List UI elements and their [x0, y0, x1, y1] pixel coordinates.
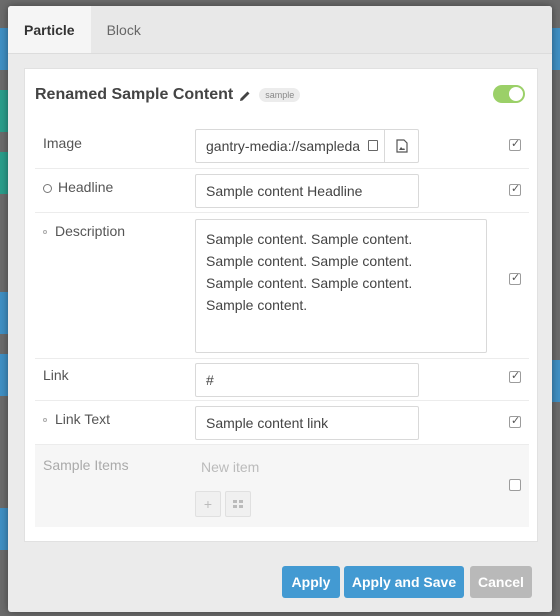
particle-settings-modal: Particle Block Renamed Sample Content sa…: [8, 6, 552, 612]
description-textarea[interactable]: Sample content. Sample content. Sample c…: [195, 219, 487, 353]
pencil-icon[interactable]: [239, 89, 251, 101]
link-input[interactable]: #: [195, 363, 419, 397]
image-file-icon: [395, 139, 408, 153]
field-label-wrap: Link Text: [43, 411, 110, 427]
field-row-description: Description Sample content. Sample conte…: [35, 213, 529, 359]
field-label: Link Text: [55, 411, 110, 427]
cancel-button[interactable]: Cancel: [470, 566, 532, 598]
dot-icon: [43, 230, 47, 235]
link-override-checkbox[interactable]: [509, 369, 521, 383]
apply-and-save-button[interactable]: Apply and Save: [344, 566, 464, 598]
description-override-checkbox[interactable]: [509, 271, 521, 285]
enabled-toggle[interactable]: [493, 85, 525, 103]
particle-card: Renamed Sample Content sample Image gant…: [24, 68, 538, 542]
apply-button[interactable]: Apply: [282, 566, 340, 598]
field-label-wrap: Headline: [43, 179, 113, 195]
image-override-checkbox[interactable]: [509, 137, 521, 151]
field-row-link-text: Link Text Sample content link: [35, 401, 529, 445]
fields-list: Image gantry-media://sampleda Headline S…: [35, 125, 529, 527]
dot-icon: [43, 418, 47, 423]
sample-items-override-checkbox[interactable]: [509, 479, 521, 491]
plus-icon: +: [203, 496, 213, 512]
card-header: Renamed Sample Content sample: [25, 69, 537, 121]
clear-icon[interactable]: [368, 140, 378, 151]
field-label: Headline: [58, 179, 114, 195]
link-text-override-checkbox[interactable]: [509, 414, 521, 428]
link-text-input[interactable]: Sample content link: [195, 406, 419, 440]
field-row-sample-items: Sample Items New item +: [35, 445, 529, 527]
media-picker-button[interactable]: [384, 130, 418, 162]
collection-button[interactable]: [225, 491, 251, 517]
grid-icon: [233, 500, 243, 508]
new-item-placeholder[interactable]: New item: [201, 459, 259, 475]
circle-icon: [43, 183, 52, 193]
headline-input[interactable]: Sample content Headline: [195, 174, 419, 208]
field-label: Description: [55, 223, 126, 239]
tab-bar: Particle Block: [8, 6, 552, 54]
field-row-link: Link #: [35, 359, 529, 401]
image-input[interactable]: gantry-media://sampleda: [195, 129, 419, 163]
headline-override-checkbox[interactable]: [509, 182, 521, 196]
tab-block[interactable]: Block: [91, 6, 157, 53]
add-item-button[interactable]: +: [195, 491, 221, 517]
particle-title[interactable]: Renamed Sample Content: [35, 86, 233, 104]
field-label-wrap: Description: [43, 223, 125, 239]
field-label: Link: [43, 367, 69, 383]
field-row-headline: Headline Sample content Headline: [35, 169, 529, 213]
field-label: Sample Items: [43, 457, 129, 473]
tab-particle[interactable]: Particle: [8, 6, 91, 53]
field-label: Image: [43, 135, 82, 151]
field-row-image: Image gantry-media://sampleda: [35, 125, 529, 169]
type-badge: sample: [259, 88, 301, 102]
image-value: gantry-media://sampleda: [206, 138, 361, 154]
